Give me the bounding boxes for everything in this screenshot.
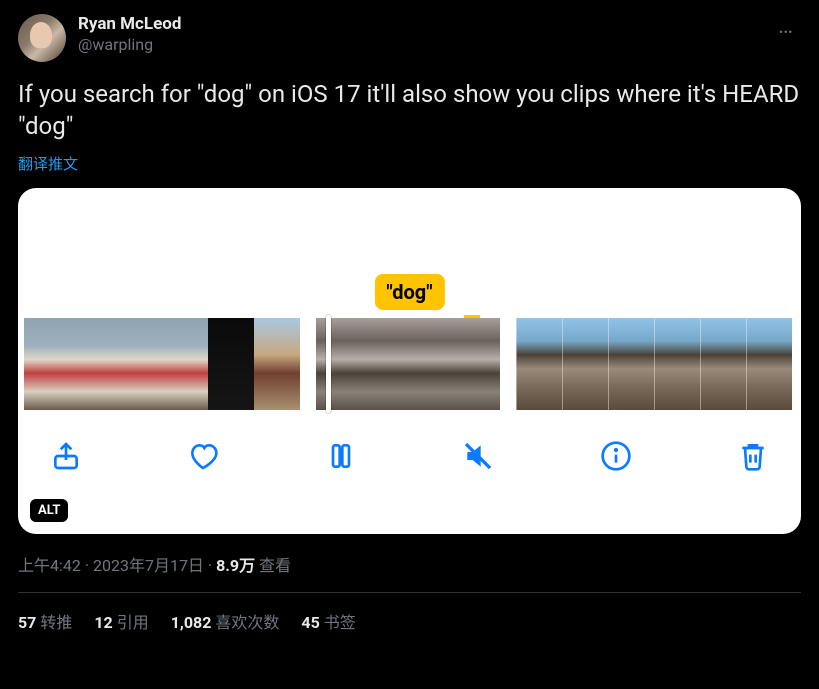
timeline-frame — [24, 318, 70, 410]
timeline-frame — [562, 318, 608, 410]
author-block[interactable]: Ryan McLeod @warpling — [78, 14, 181, 55]
info-icon[interactable] — [598, 438, 634, 474]
tweet-container: Ryan McLeod @warpling … If you search fo… — [0, 0, 819, 633]
views-label: 查看 — [255, 556, 291, 575]
tweet-text: If you search for "dog" on iOS 17 it'll … — [18, 78, 801, 143]
share-icon[interactable] — [48, 438, 84, 474]
tweet-stats: 57转推 12引用 1,082喜欢次数 45书签 — [18, 593, 801, 633]
tweet-date[interactable]: 2023年7月17日 — [93, 556, 204, 575]
bookmarks-stat[interactable]: 45书签 — [301, 609, 355, 633]
translate-link[interactable]: 翻译推文 — [18, 153, 801, 174]
clip-group-1[interactable] — [24, 318, 300, 410]
more-icon[interactable]: … — [772, 14, 801, 39]
timeline-frame — [70, 318, 116, 410]
display-name: Ryan McLeod — [78, 14, 181, 35]
timeline-frame — [516, 318, 562, 410]
timeline-frame — [116, 318, 162, 410]
quotes-stat[interactable]: 12引用 — [94, 609, 148, 633]
pause-icon[interactable] — [323, 438, 359, 474]
heart-icon[interactable] — [185, 438, 221, 474]
timeline-frame — [254, 318, 300, 410]
tweet-header: Ryan McLeod @warpling … — [18, 14, 801, 62]
search-chip: "dog" — [374, 274, 444, 310]
clip-group-2[interactable] — [316, 318, 500, 410]
alt-badge[interactable]: ALT — [30, 499, 68, 522]
mute-icon[interactable] — [460, 438, 496, 474]
media-controls — [18, 410, 801, 474]
retweets-stat[interactable]: 57转推 — [18, 609, 72, 633]
handle: @warpling — [78, 35, 181, 55]
timeline-frame — [162, 318, 208, 410]
media-card[interactable]: "dog" — [18, 188, 801, 534]
timeline-frame — [700, 318, 746, 410]
timeline-frame — [608, 318, 654, 410]
clip-group-3[interactable] — [516, 318, 792, 410]
timeline-frame — [654, 318, 700, 410]
views-count: 8.9万 — [216, 556, 255, 575]
timeline-frame — [362, 318, 408, 410]
trash-icon[interactable] — [735, 438, 771, 474]
video-timeline[interactable] — [18, 318, 801, 410]
timeline-frame — [208, 318, 254, 410]
media-top: "dog" — [18, 188, 801, 318]
tweet-meta: 上午4:42 · 2023年7月17日 · 8.9万 查看 — [18, 552, 801, 576]
timeline-frame — [408, 318, 454, 410]
playhead[interactable] — [326, 315, 331, 413]
timeline-frame — [316, 318, 362, 410]
likes-stat[interactable]: 1,082喜欢次数 — [171, 609, 280, 633]
tweet-time[interactable]: 上午4:42 — [18, 556, 81, 575]
timeline-frame — [746, 318, 792, 410]
avatar[interactable] — [18, 14, 66, 62]
timeline-frame — [454, 318, 500, 410]
